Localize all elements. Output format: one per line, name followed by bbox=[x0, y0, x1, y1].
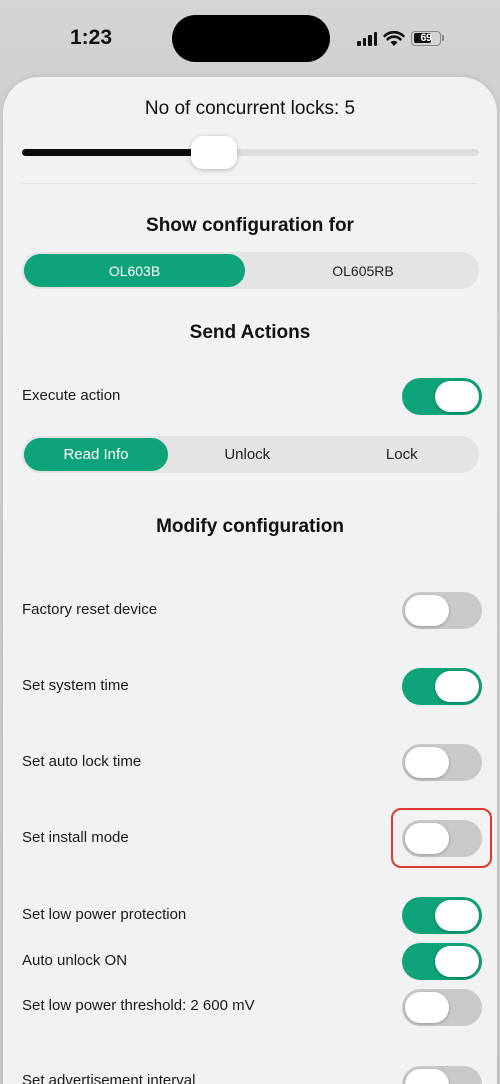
status-time: 1:23 bbox=[70, 26, 113, 49]
auto-unlock-label: Auto unlock ON bbox=[22, 952, 128, 969]
set-auto-lock-time-label: Set auto lock time bbox=[22, 753, 142, 770]
toggle-knob bbox=[405, 1069, 449, 1084]
send-actions-title: Send Actions bbox=[189, 322, 311, 343]
show-configuration-title: Show configuration for bbox=[146, 215, 354, 236]
set-auto-lock-time-toggle[interactable] bbox=[402, 744, 482, 781]
set-install-mode-label: Set install mode bbox=[22, 829, 129, 846]
battery-tip bbox=[442, 35, 444, 41]
toggle-knob bbox=[435, 900, 479, 931]
slider-thumb[interactable] bbox=[190, 136, 237, 169]
toggle-knob bbox=[435, 671, 479, 702]
configuration-segmented-control: OL603B OL605RB bbox=[22, 252, 479, 289]
factory-reset-label: Factory reset device bbox=[22, 601, 158, 618]
toggle-knob bbox=[435, 946, 479, 977]
execute-action-label: Execute action bbox=[22, 387, 121, 404]
cellular-signal-icon bbox=[357, 30, 377, 46]
segment-read-info[interactable]: Read Info bbox=[22, 436, 170, 473]
toggle-knob bbox=[435, 381, 479, 412]
segment-ol603b[interactable]: OL603B bbox=[22, 252, 247, 289]
auto-unlock-toggle[interactable] bbox=[402, 943, 482, 980]
factory-reset-toggle[interactable] bbox=[402, 592, 482, 629]
toggle-knob bbox=[405, 992, 449, 1023]
advertisement-interval-toggle[interactable] bbox=[402, 1066, 482, 1084]
wifi-icon bbox=[383, 30, 405, 46]
concurrent-locks-slider[interactable] bbox=[22, 149, 479, 156]
highlight-annotation bbox=[391, 808, 492, 868]
advertisement-interval-label: Set advertisement interval bbox=[22, 1072, 196, 1084]
set-low-power-protection-toggle[interactable] bbox=[402, 897, 482, 934]
battery-level-text: 69 bbox=[420, 32, 432, 44]
set-system-time-toggle[interactable] bbox=[402, 668, 482, 705]
dynamic-island bbox=[172, 15, 330, 62]
concurrent-locks-label: No of concurrent locks: 5 bbox=[144, 98, 356, 119]
divider bbox=[22, 183, 478, 184]
segment-ol605rb[interactable]: OL605RB bbox=[247, 252, 479, 289]
toggle-knob bbox=[405, 747, 449, 778]
modify-configuration-title: Modify configuration bbox=[156, 516, 344, 537]
segment-lock[interactable]: Lock bbox=[325, 436, 480, 473]
set-system-time-label: Set system time bbox=[22, 677, 129, 694]
slider-fill bbox=[22, 149, 214, 156]
toggle-knob bbox=[405, 595, 449, 626]
set-low-power-protection-label: Set low power protection bbox=[22, 906, 187, 923]
actions-segmented-control: Read Info Unlock Lock bbox=[22, 436, 479, 473]
low-power-threshold-toggle[interactable] bbox=[402, 989, 482, 1026]
segment-unlock[interactable]: Unlock bbox=[170, 436, 325, 473]
low-power-threshold-label: Set low power threshold: 2 600 mV bbox=[22, 997, 255, 1014]
status-icons: 69 bbox=[357, 26, 444, 50]
execute-action-toggle[interactable] bbox=[402, 378, 482, 415]
phone-screen: 1:23 69 No of concurrent locks: 5 Show c… bbox=[0, 0, 500, 1084]
battery-icon: 69 bbox=[411, 30, 441, 46]
